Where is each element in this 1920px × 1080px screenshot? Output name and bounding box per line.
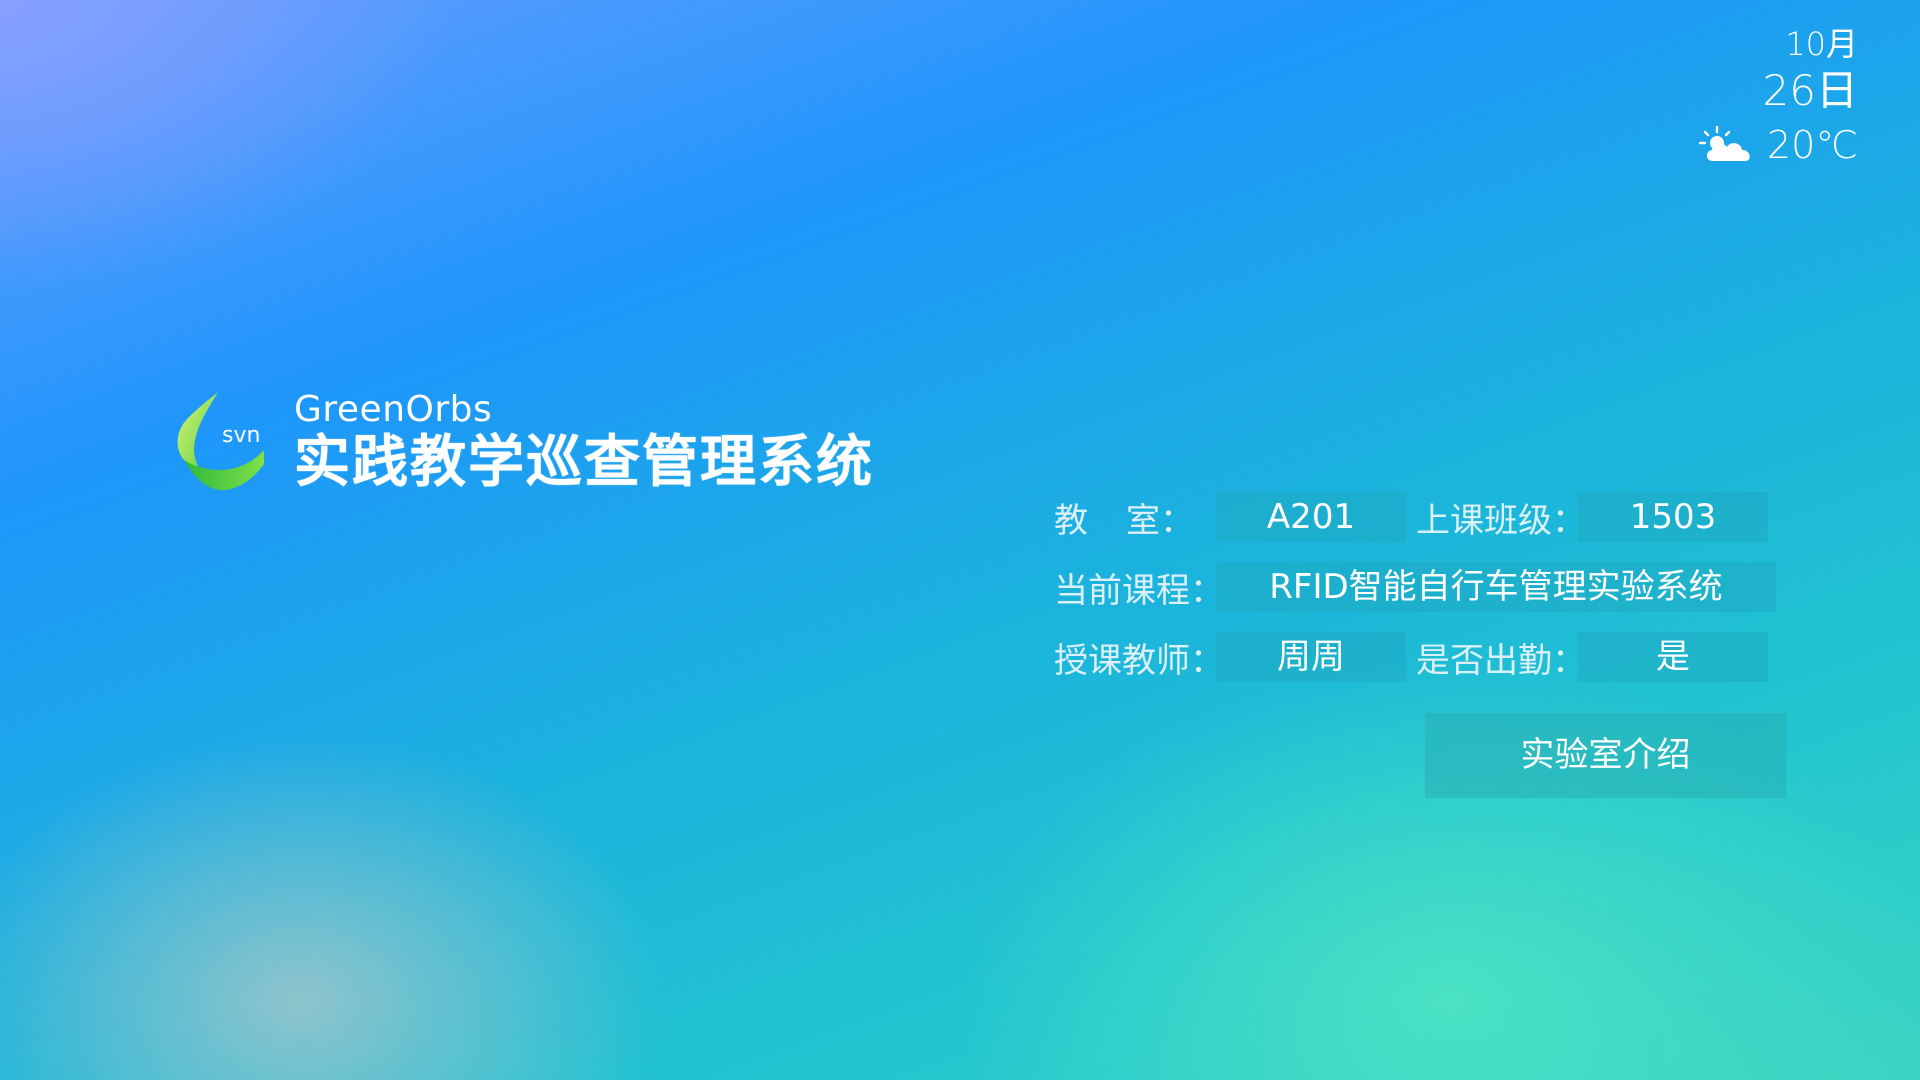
teacher-label: 授课教师： (1054, 640, 1224, 681)
logo-text: svn (222, 423, 260, 448)
logo: svn (172, 390, 268, 494)
course-label: 当前课程： (1054, 570, 1224, 611)
teacher-value: 周周 (1216, 632, 1406, 682)
classroom-value: A201 (1216, 492, 1406, 542)
brand-name: GreenOrbs (294, 389, 493, 430)
partly-cloudy-icon (1697, 125, 1763, 165)
lab-intro-button[interactable]: 实验室介绍 (1425, 713, 1786, 798)
class-value: 1503 (1578, 492, 1768, 542)
info-row-course: 当前课程： RFID智能自行车管理实验系统 (1054, 562, 1786, 612)
classroom-label: 教 室： (1054, 500, 1194, 541)
attendance-label: 是否出勤： (1416, 640, 1586, 681)
date-weather-widget: 10月 26日 20℃ (1697, 22, 1858, 168)
date-day: 26日 (1762, 66, 1858, 115)
weather: 20℃ (1697, 122, 1858, 168)
course-value: RFID智能自行车管理实验系统 (1216, 562, 1776, 612)
temperature: 20℃ (1766, 123, 1858, 167)
class-label: 上课班级： (1416, 500, 1586, 541)
class-info-panel: 教 室： A201 上课班级： 1503 当前课程： RFID智能自行车管理实验… (1054, 492, 1786, 702)
system-title: 实践教学巡查管理系统 (294, 430, 874, 495)
info-row-teacher: 授课教师： 周周 是否出勤： 是 (1054, 632, 1786, 682)
date-month: 10月 (1785, 25, 1858, 63)
brand-header: svn GreenOrbs 实践教学巡查管理系统 (172, 390, 874, 498)
info-row-classroom: 教 室： A201 上课班级： 1503 (1054, 492, 1786, 542)
attendance-value: 是 (1578, 632, 1768, 682)
